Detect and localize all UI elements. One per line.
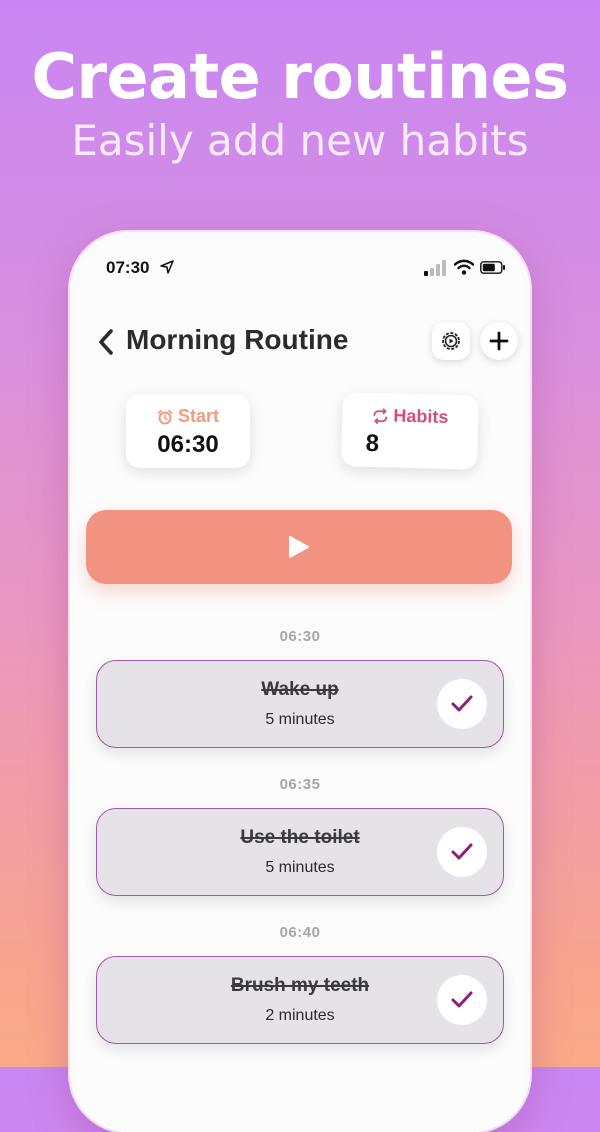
battery-icon bbox=[480, 261, 505, 274]
habit-time-label: 06:35 bbox=[279, 776, 321, 793]
habit-complete-toggle[interactable] bbox=[437, 679, 487, 729]
checkmark-icon bbox=[451, 843, 473, 860]
habit-card[interactable]: Wake up 5 minutes bbox=[96, 660, 504, 748]
habit-complete-toggle[interactable] bbox=[437, 975, 487, 1025]
habits-label-row: Habits bbox=[342, 404, 479, 429]
alarm-clock-icon bbox=[157, 409, 173, 424]
habit-card[interactable]: Use the toilet 5 minutes bbox=[96, 808, 504, 896]
location-arrow-icon bbox=[160, 260, 174, 274]
habits-count-value: 8 bbox=[365, 429, 380, 458]
status-time: 07:30 bbox=[106, 258, 150, 277]
habit-card[interactable]: Brush my teeth 2 minutes bbox=[96, 956, 504, 1044]
habit-time-label: 06:30 bbox=[279, 628, 321, 645]
checkmark-icon bbox=[451, 695, 473, 712]
routine-settings-button[interactable] bbox=[432, 322, 470, 360]
play-icon bbox=[289, 536, 309, 558]
back-chevron-icon[interactable] bbox=[96, 328, 116, 356]
start-label: Start bbox=[177, 406, 219, 426]
page-title: Morning Routine bbox=[126, 324, 349, 355]
habit-complete-toggle[interactable] bbox=[437, 827, 487, 877]
promo-headline: Create routines bbox=[31, 40, 569, 113]
cellular-signal-icon bbox=[424, 260, 446, 276]
habits-count-card[interactable]: Habits 8 bbox=[341, 392, 479, 470]
promo-subline: Easily add new habits bbox=[71, 116, 529, 165]
gear-play-icon bbox=[442, 332, 460, 350]
checkmark-icon bbox=[451, 991, 473, 1008]
start-routine-button[interactable] bbox=[86, 510, 512, 584]
plus-icon bbox=[489, 331, 509, 351]
app-screen: 07:30 Morning Routine Start 06:30 Habits… bbox=[76, 238, 524, 1132]
wifi-icon bbox=[454, 259, 474, 275]
phone-frame: 07:30 Morning Routine Start 06:30 Habits… bbox=[70, 232, 530, 1132]
start-time-value: 06:30 bbox=[157, 431, 219, 458]
habits-label: Habits bbox=[393, 405, 449, 427]
start-time-card[interactable]: Start 06:30 bbox=[126, 394, 250, 468]
start-label-row: Start bbox=[126, 406, 250, 427]
add-habit-button[interactable] bbox=[480, 322, 518, 360]
repeat-icon bbox=[373, 407, 388, 424]
habit-time-label: 06:40 bbox=[279, 924, 321, 941]
